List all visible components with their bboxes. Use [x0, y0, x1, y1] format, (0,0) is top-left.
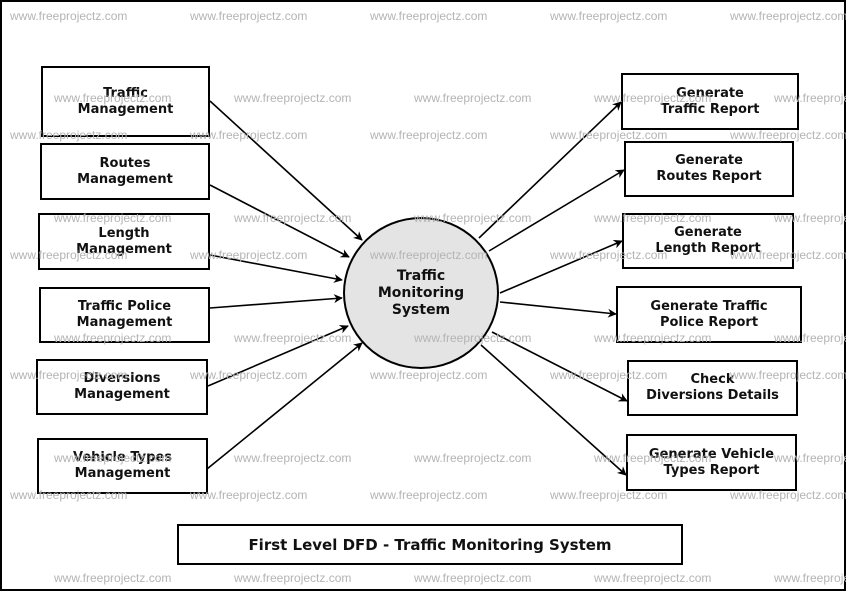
flow-to-generate-traffic-police-report-arrow: [499, 301, 617, 318]
entity-diversions-management[interactable]: Diversions Management: [36, 359, 208, 415]
entity-generate-vehicle-types-report[interactable]: Generate Vehicle Types Report: [626, 434, 797, 491]
entity-label: Vehicle Types Management: [72, 450, 173, 481]
flow-length-management-arrow: [209, 254, 343, 283]
entity-generate-traffic-police-report[interactable]: Generate Traffic Police Report: [616, 286, 802, 343]
flow-to-generate-traffic-report-arrow: [478, 101, 622, 239]
process-traffic-monitoring-system[interactable]: Traffic Monitoring System: [343, 217, 499, 369]
entity-routes-management[interactable]: Routes Management: [40, 143, 210, 200]
process-label: Traffic Monitoring System: [377, 267, 465, 318]
entity-label: Diversions Management: [74, 371, 170, 402]
flow-to-check-diversions-details-arrow: [491, 331, 628, 402]
diagram-title: First Level DFD - Traffic Monitoring Sys…: [177, 524, 683, 565]
flow-to-generate-vehicle-types-report-arrow: [480, 344, 627, 476]
diagram-title-text: First Level DFD - Traffic Monitoring Sys…: [248, 535, 612, 554]
entity-label: Generate Vehicle Types Report: [648, 446, 775, 478]
entity-label: Check Diversions Details: [646, 372, 779, 403]
entity-label: Length Management: [76, 225, 172, 257]
flow-routes-management-arrow: [209, 184, 350, 258]
flow-to-generate-routes-report-arrow: [488, 169, 625, 252]
entity-label: Generate Routes Report: [656, 153, 762, 184]
entity-label: Traffic Police Management: [76, 299, 173, 330]
entity-length-management[interactable]: Length Management: [38, 213, 210, 270]
entity-label: Generate Traffic Police Report: [650, 298, 768, 330]
entity-label: Generate Traffic Report: [660, 85, 760, 117]
entity-check-diversions-details[interactable]: Check Diversions Details: [627, 360, 798, 416]
entity-label: Generate Length Report: [655, 225, 761, 256]
flow-traffic-police-management-arrow: [209, 294, 343, 309]
flow-vehicle-types-management-arrow: [206, 342, 363, 470]
entity-label: Traffic Management: [77, 85, 174, 117]
entity-generate-length-report[interactable]: Generate Length Report: [622, 213, 794, 269]
entity-traffic-management[interactable]: Traffic Management: [41, 66, 210, 137]
entity-vehicle-types-management[interactable]: Vehicle Types Management: [37, 438, 208, 494]
flow-traffic-management-arrow: [209, 100, 363, 241]
entity-generate-traffic-report[interactable]: Generate Traffic Report: [621, 73, 799, 130]
dfd-canvas: Traffic Management Routes Management Len…: [0, 0, 846, 593]
flow-diversions-management-arrow: [207, 325, 349, 387]
flow-to-generate-length-report-arrow: [499, 240, 623, 294]
entity-label: Routes Management: [77, 155, 173, 187]
entity-generate-routes-report[interactable]: Generate Routes Report: [624, 141, 794, 197]
entity-traffic-police-management[interactable]: Traffic Police Management: [39, 287, 210, 343]
